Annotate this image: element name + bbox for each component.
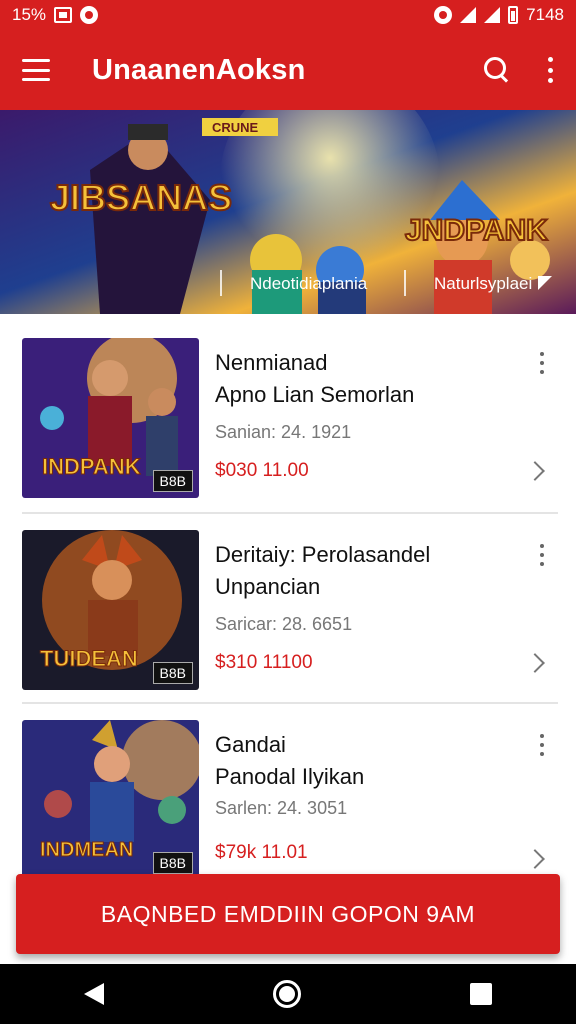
item-overflow-icon[interactable] (538, 734, 546, 756)
search-icon[interactable] (482, 55, 512, 85)
item-title: Gandai (215, 732, 286, 757)
banner-caption-right: Naturlsyplaei (434, 274, 533, 293)
item-price: $310 11100 (215, 652, 313, 673)
app-title: UnaanenAoksn (92, 53, 306, 86)
wifi-icon (460, 7, 477, 23)
thumb-badge: B8B (152, 852, 193, 874)
item-subtitle: Panodal Ilyikan (215, 764, 365, 789)
notification-icon (80, 6, 99, 24)
signal-icon (484, 7, 501, 23)
item-thumbnail[interactable]: INDPANK B8B (22, 338, 199, 498)
item-price: $030 11.00 (215, 460, 309, 481)
thumb-art-text: INDPANK (42, 454, 141, 479)
status-bar: 15% 7148 (0, 0, 576, 30)
banner-caption-left: Ndeotidiaplania (250, 274, 368, 293)
battery-percent: 15% (12, 5, 47, 24)
status-time: 7148 (526, 5, 564, 24)
battery-icon (508, 6, 519, 24)
gallery-icon (54, 7, 73, 23)
banner-art-title-1: JIBSANAS (50, 177, 232, 218)
primary-action-button[interactable]: BAQNBED EMDDIIN GOPON 9AM (16, 874, 560, 954)
system-nav-bar (0, 964, 576, 1024)
recent-apps-icon[interactable] (469, 983, 492, 1005)
banner-art-title-2: JNDPANK (405, 214, 548, 247)
home-icon[interactable] (272, 980, 301, 1008)
thumb-art-text: INDMEAN (40, 839, 133, 861)
chevron-right-icon[interactable] (525, 461, 545, 481)
item-meta: Sanian: 24. 1921 (215, 422, 352, 442)
item-overflow-icon[interactable] (538, 352, 546, 374)
app-bar: UnaanenAoksn (0, 30, 576, 110)
banner-tag: CRUNE (212, 120, 259, 135)
item-subtitle: Apno Lian Semorlan (215, 382, 415, 407)
item-title: Nenmianad (215, 350, 328, 375)
list-item[interactable]: TUIDEAN B8B Deritaiy: Perolasandel Unpan… (0, 506, 576, 696)
thumb-art-text: TUIDEAN (40, 646, 138, 671)
overflow-menu-icon[interactable] (546, 57, 554, 83)
item-thumbnail[interactable]: TUIDEAN B8B (22, 530, 199, 690)
item-meta: Sarlen: 24. 3051 (215, 798, 348, 818)
list-item[interactable]: INDPANK B8B Nenmianad Apno Lian Semorlan… (0, 314, 576, 504)
sync-icon (434, 6, 453, 24)
item-price: $79k 11.01 (215, 842, 308, 863)
chevron-right-icon[interactable] (525, 849, 545, 869)
menu-icon[interactable] (22, 59, 50, 81)
banner-arrow-icon[interactable] (538, 276, 552, 290)
item-subtitle: Unpancian (215, 574, 321, 599)
hero-banner[interactable]: JIBSANAS JNDPANK CRUNE Ndeotidiaplania N… (0, 110, 576, 314)
back-icon[interactable] (84, 983, 105, 1005)
item-meta: Saricar: 28. 6651 (215, 614, 353, 634)
item-title: Deritaiy: Perolasandel (215, 542, 431, 567)
banner-caption-bar: Ndeotidiaplania Naturlsyplaei (0, 266, 576, 300)
thumb-badge: B8B (152, 662, 193, 684)
list-item[interactable]: INDMEAN B8B Gandai Panodal Ilyikan Sarle… (0, 696, 576, 886)
chevron-right-icon[interactable] (525, 653, 545, 673)
thumb-badge: B8B (152, 470, 193, 492)
item-thumbnail[interactable]: INDMEAN B8B (22, 720, 199, 880)
item-overflow-icon[interactable] (538, 544, 546, 566)
